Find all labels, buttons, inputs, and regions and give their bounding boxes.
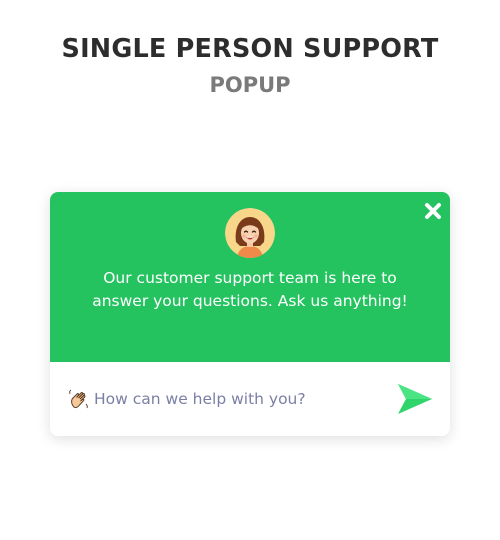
page-title: SINGLE PERSON SUPPORT [61,34,439,64]
message-input-row [50,362,450,436]
close-button[interactable] [422,200,444,222]
page: SINGLE PERSON SUPPORT POPUP Our customer… [0,0,500,540]
close-icon [425,203,441,219]
avatar [225,208,275,258]
waving-hand-icon [68,388,90,410]
help-input[interactable] [94,384,384,414]
support-popup: Our customer support team is here to ans… [50,192,450,436]
send-icon [398,384,432,414]
page-subtitle: POPUP [209,73,291,97]
popup-header: Our customer support team is here to ans… [50,192,450,362]
send-button[interactable] [396,380,434,418]
support-agent-avatar-icon [225,208,275,258]
support-message: Our customer support team is here to ans… [92,269,408,310]
